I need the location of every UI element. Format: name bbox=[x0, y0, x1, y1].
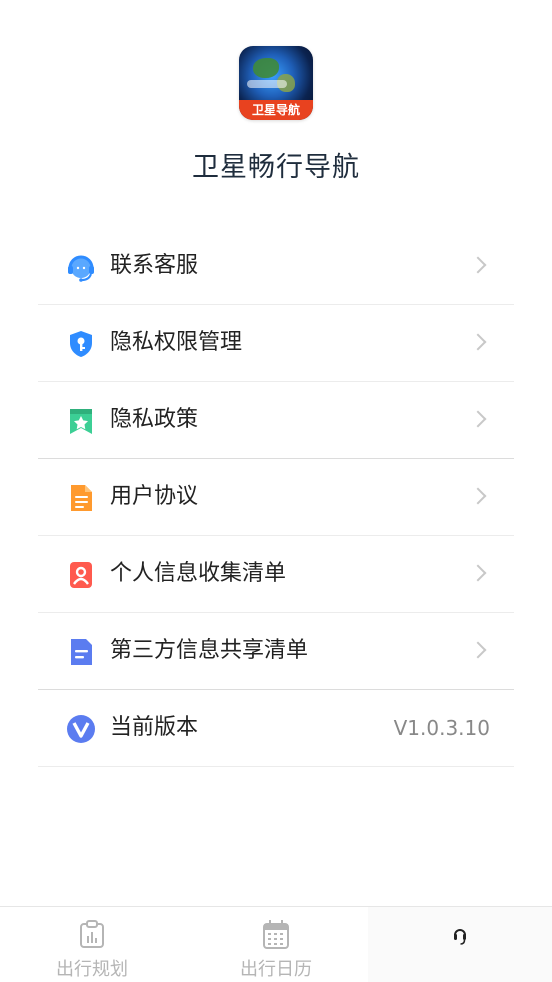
menu-item-label: 隐私权限管理 bbox=[110, 330, 243, 355]
shield-key-icon bbox=[70, 331, 92, 357]
menu-item-customer-service[interactable]: 联系客服 bbox=[38, 228, 514, 305]
app-logo: 卫星导航 bbox=[239, 46, 313, 120]
menu-item-label: 用户协议 bbox=[110, 484, 199, 509]
logo-text: 卫星导航 bbox=[239, 100, 313, 120]
bookmark-star-icon bbox=[70, 409, 92, 434]
logo-continent bbox=[253, 58, 279, 78]
tab-trip-planning[interactable]: 出行规划 bbox=[0, 907, 184, 982]
version-v-icon bbox=[67, 715, 95, 743]
menu-item-third-party-sharing[interactable]: 第三方信息共享清单 bbox=[38, 613, 514, 690]
menu-item-user-agreement[interactable]: 用户协议 bbox=[38, 459, 514, 536]
clipboard-chart-icon bbox=[80, 920, 104, 948]
menu-item-label: 当前版本 bbox=[110, 715, 199, 740]
chevron-right-icon bbox=[469, 333, 487, 351]
tab-trip-calendar[interactable]: 出行日历 bbox=[184, 907, 368, 982]
menu-item-label: 第三方信息共享清单 bbox=[110, 638, 309, 663]
app-header: 卫星导航 卫星畅行导航 bbox=[0, 0, 552, 210]
chevron-right-icon bbox=[469, 564, 487, 582]
document-icon bbox=[71, 639, 92, 665]
settings-menu: 联系客服 隐私权限管理 隐私政策 用户协议 个人信息收集清单 第三方信息共享清单… bbox=[38, 228, 514, 767]
menu-item-label: 隐私政策 bbox=[110, 407, 199, 432]
logo-cloud bbox=[247, 80, 287, 88]
chevron-right-icon bbox=[469, 641, 487, 659]
menu-item-label: 个人信息收集清单 bbox=[110, 561, 287, 586]
menu-item-privacy-policy[interactable]: 隐私政策 bbox=[38, 382, 514, 459]
menu-item-label: 联系客服 bbox=[110, 253, 199, 278]
chevron-right-icon bbox=[469, 487, 487, 505]
headset-icon bbox=[454, 929, 466, 945]
chevron-right-icon bbox=[469, 410, 487, 428]
chevron-right-icon bbox=[469, 256, 487, 274]
tab-label: 出行日历 bbox=[240, 959, 312, 980]
document-lines-icon bbox=[71, 485, 92, 511]
person-card-icon bbox=[70, 562, 92, 588]
menu-item-current-version: 当前版本 V1.0.3.10 bbox=[38, 690, 514, 767]
tab-label: 出行规划 bbox=[56, 959, 128, 980]
calendar-icon bbox=[263, 920, 289, 949]
app-name: 卫星畅行导航 bbox=[192, 152, 360, 183]
headset-support-icon bbox=[68, 255, 94, 282]
bottom-tab-bar: 出行规划 出行日历 bbox=[0, 906, 552, 982]
version-value: V1.0.3.10 bbox=[393, 716, 490, 740]
menu-item-privacy-permissions[interactable]: 隐私权限管理 bbox=[38, 305, 514, 382]
menu-item-personal-info-list[interactable]: 个人信息收集清单 bbox=[38, 536, 514, 613]
tab-support[interactable] bbox=[368, 907, 552, 982]
